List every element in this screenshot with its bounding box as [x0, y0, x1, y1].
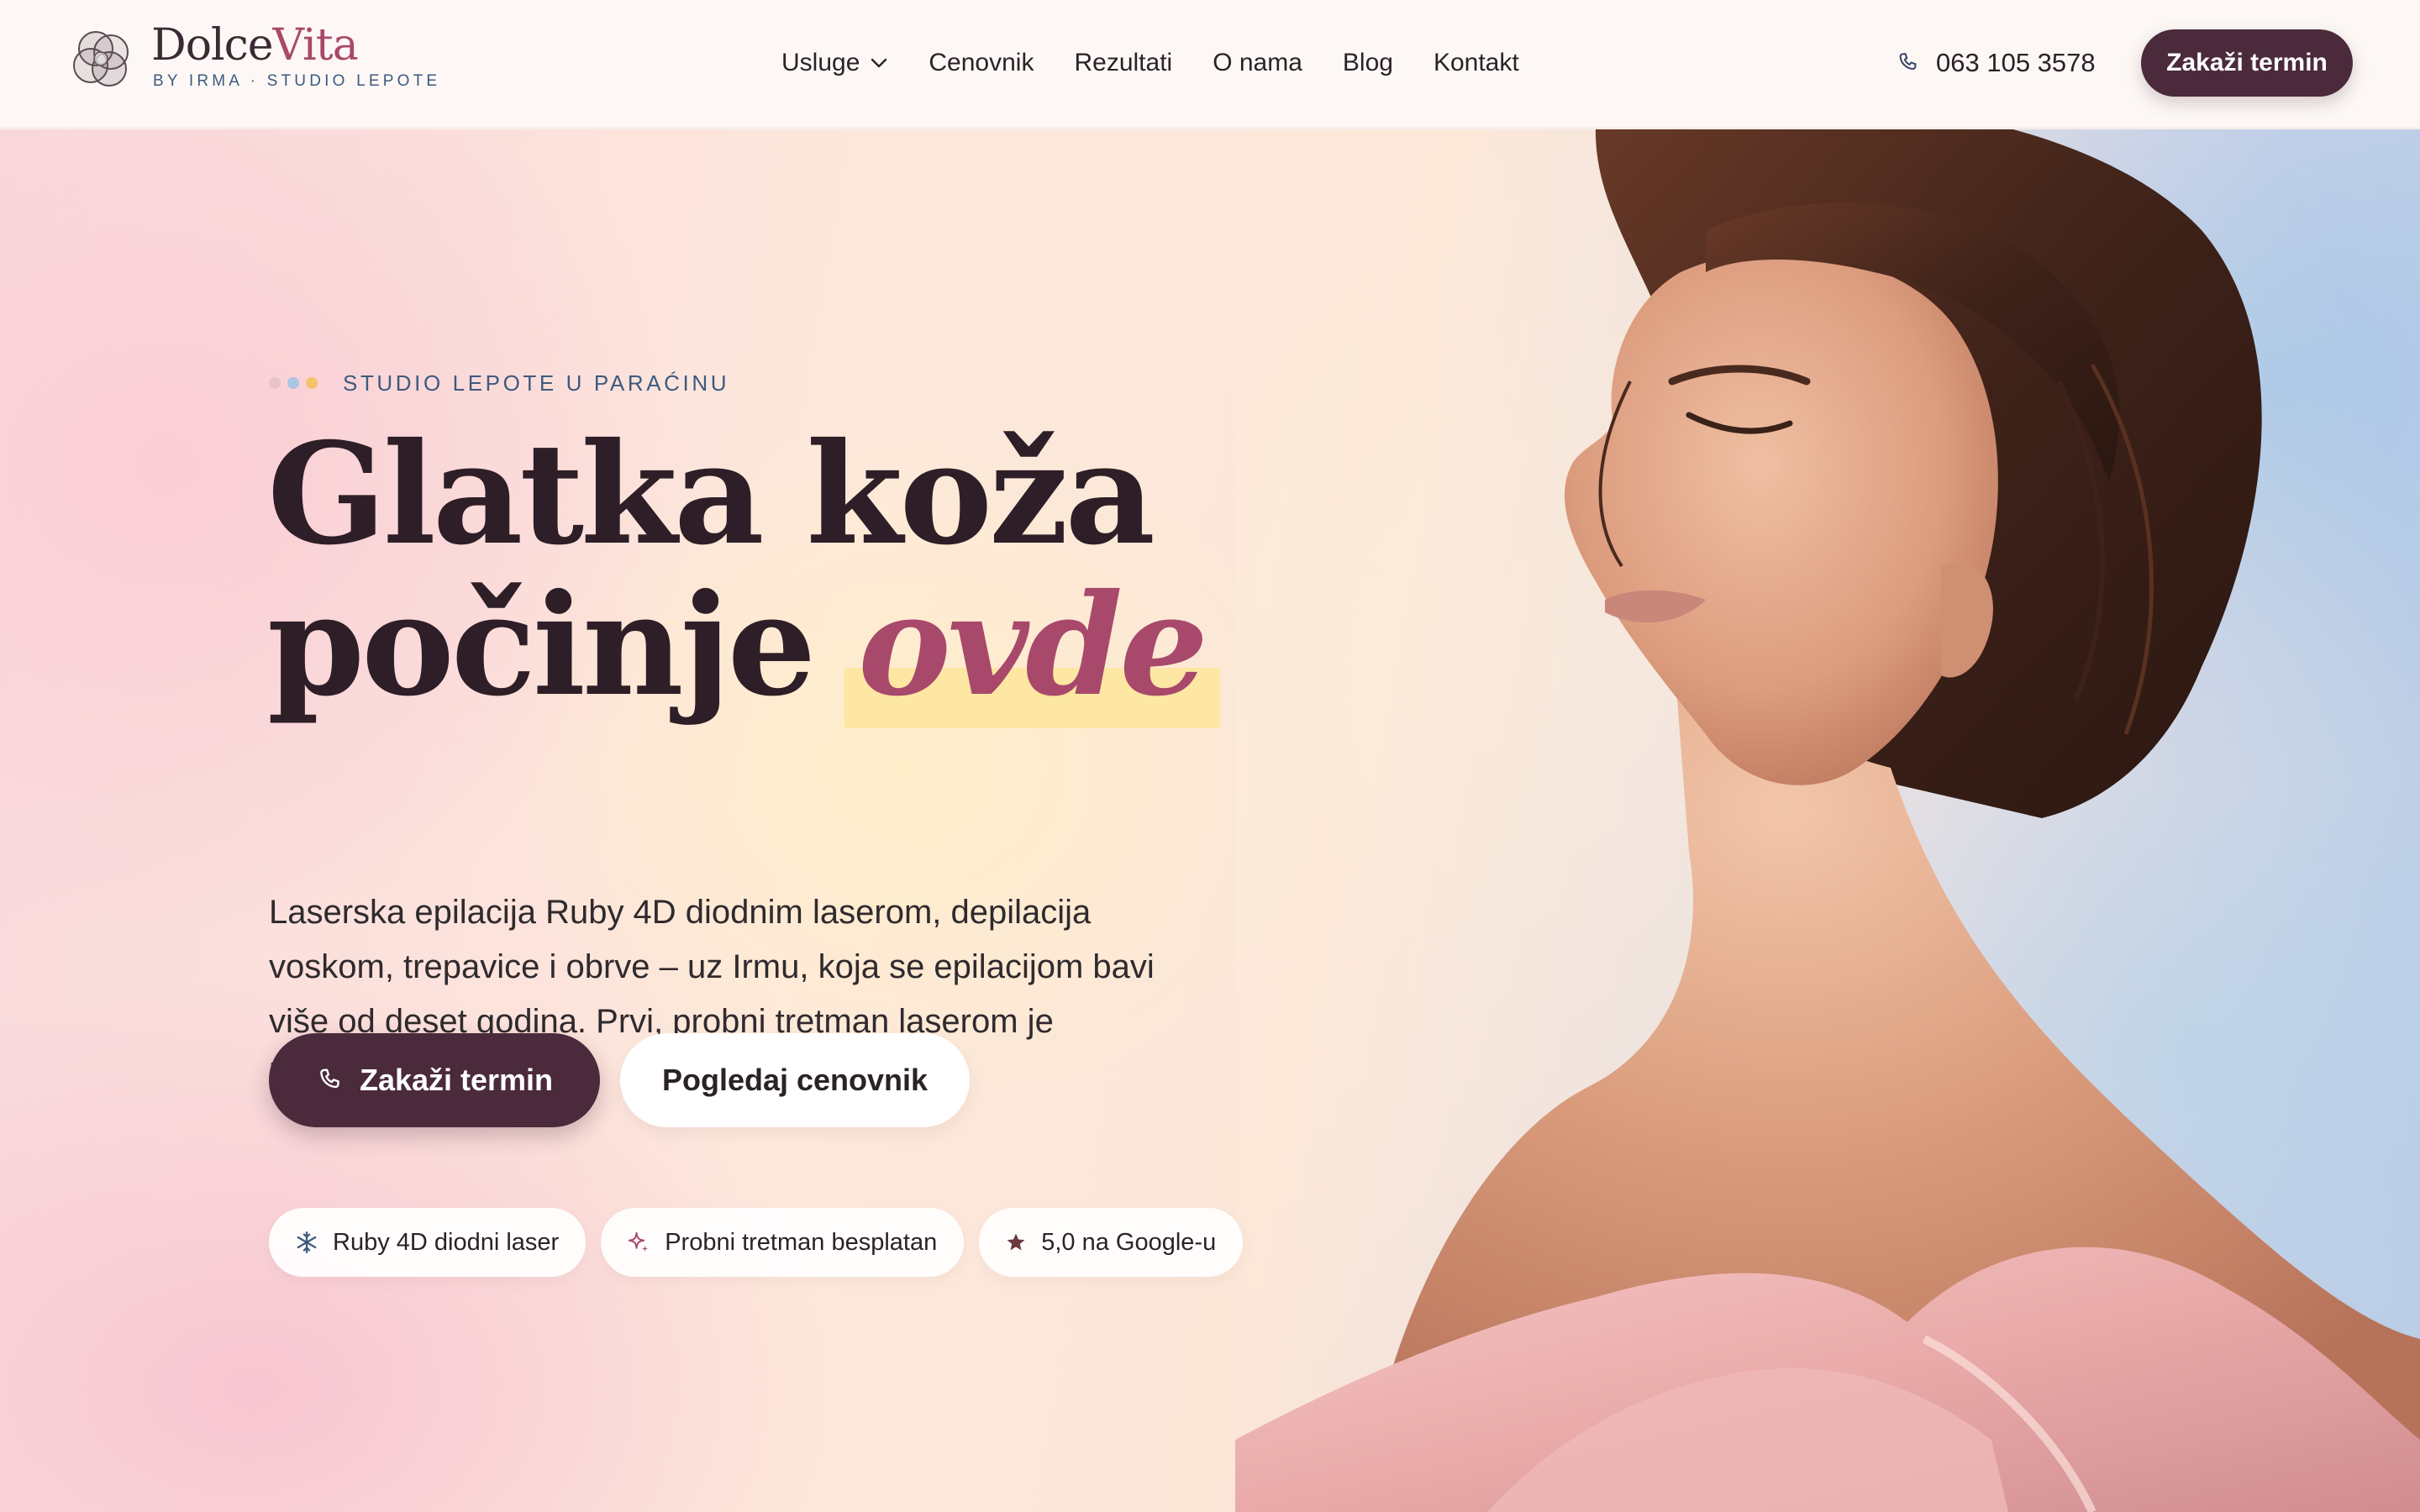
hero-headline: Glatka koža počinje ovde [267, 412, 1220, 728]
nav-item-blog[interactable]: Blog [1343, 42, 1393, 84]
chip-free-trial: Probni tretman besplatan [601, 1208, 965, 1277]
chip-laser: Ruby 4D diodni laser [269, 1208, 587, 1277]
nav-item-cenovnik[interactable]: Cenovnik [929, 42, 1034, 84]
chevron-down-icon [871, 58, 887, 68]
headline-line-2: počinje ovde [267, 570, 1220, 728]
nav-item-o-nama[interactable]: O nama [1213, 42, 1302, 84]
logo-title: DolceVita [151, 20, 359, 71]
hero-portrait-image [1235, 129, 2420, 1512]
hero-pricing-button[interactable]: Pogledaj cenovnik [620, 1033, 970, 1127]
hero-section: STUDIO LEPOTE U PARAĆINU Glatka koža poč… [0, 129, 2420, 1512]
nav-item-rezultati[interactable]: Rezultati [1074, 42, 1172, 84]
chip-google-rating: 5,0 na Google-u [979, 1208, 1244, 1277]
headline-line-1: Glatka koža [267, 412, 1155, 576]
eyebrow-dot [306, 377, 318, 389]
snowflake-icon [297, 1231, 317, 1253]
headline-accent: ovde [844, 570, 1220, 728]
phone-icon [320, 1068, 339, 1089]
nav-item-usluge[interactable]: Usluge [781, 42, 888, 84]
header-book-button[interactable]: Zakaži termin [2141, 29, 2353, 97]
site-header: DolceVita BY IRMA · STUDIO LEPOTE Usluge… [0, 0, 2420, 129]
hero-book-button[interactable]: Zakaži termin [269, 1033, 600, 1127]
eyebrow-text: STUDIO LEPOTE U PARAĆINU [343, 370, 730, 396]
eyebrow-dot [287, 377, 299, 389]
logo-subtitle: BY IRMA · STUDIO LEPOTE [153, 72, 441, 90]
main-nav: Usluge Cenovnik Rezultati O nama Blog Ko… [781, 42, 1560, 84]
logo-mark-icon [73, 31, 129, 87]
eyebrow-dot [269, 377, 281, 389]
nav-item-kontakt[interactable]: Kontakt [1434, 42, 1519, 84]
eyebrow-dots [269, 377, 324, 389]
sparkle-icon [628, 1231, 649, 1252]
phone-link[interactable]: 063 105 3578 [1896, 42, 2096, 84]
phone-icon [1899, 53, 1917, 71]
logo[interactable]: DolceVita BY IRMA · STUDIO LEPOTE [67, 22, 454, 97]
hero-eyebrow: STUDIO LEPOTE U PARAĆINU [269, 366, 729, 400]
star-icon [1007, 1233, 1025, 1251]
feature-chips: Ruby 4D diodni laser Probni tretman besp… [269, 1208, 1258, 1277]
